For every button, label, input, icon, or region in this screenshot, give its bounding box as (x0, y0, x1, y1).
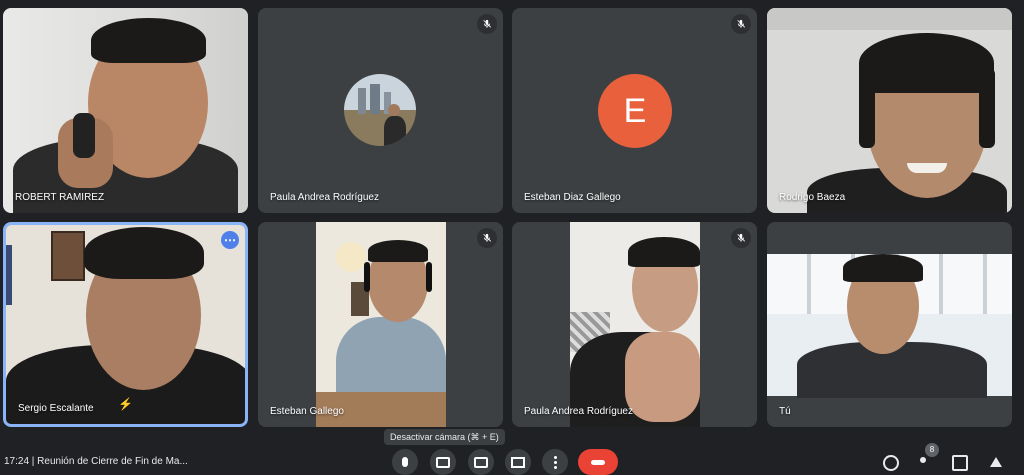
info-icon[interactable] (883, 455, 899, 471)
participant-tile[interactable]: Paula Andrea Rodríguez (512, 222, 757, 427)
participant-tile[interactable]: Esteban Gallego (258, 222, 503, 427)
mic-off-icon (477, 14, 497, 34)
end-call-icon (591, 459, 605, 465)
participant-video: ⚡ (6, 225, 245, 424)
participant-video (570, 222, 700, 427)
participant-tile[interactable]: ROBERT RAMIREZ (3, 8, 248, 213)
activities-icon[interactable] (988, 455, 1004, 471)
participant-tile[interactable]: Paula Andrea Rodríguez (258, 8, 503, 213)
end-call-button[interactable] (578, 449, 618, 475)
participant-name: Esteban Diaz Gallego (524, 192, 621, 203)
participant-name: Sergio Escalante (18, 403, 94, 414)
participant-name: Paula Andrea Rodríguez (270, 192, 379, 203)
people-icon[interactable] (915, 455, 931, 471)
camera-button[interactable] (430, 449, 456, 475)
participant-tile[interactable]: E Esteban Diaz Gallego (512, 8, 757, 213)
participant-name: Esteban Gallego (270, 406, 344, 417)
present-button[interactable] (505, 449, 531, 475)
captions-button[interactable] (468, 449, 494, 475)
participant-name: Paula Andrea Rodríguez (524, 406, 633, 417)
more-options-button[interactable] (542, 449, 568, 475)
self-video (767, 254, 1012, 398)
participant-video (3, 8, 248, 213)
present-icon (511, 456, 525, 468)
mic-off-icon (731, 228, 751, 248)
camera-icon (436, 456, 450, 468)
meeting-info: 17:24 | Reunión de Cierre de Fin de Ma..… (4, 456, 188, 467)
captions-icon (474, 456, 488, 468)
camera-tooltip: Desactivar cámara (⌘ + E) (384, 429, 505, 445)
people-count-badge: 8 (925, 443, 939, 457)
participant-tile[interactable]: Tú (767, 222, 1012, 427)
avatar (344, 74, 416, 146)
more-options-button[interactable]: ⋯ (221, 231, 239, 249)
bottom-toolbar: 17:24 | Reunión de Cierre de Fin de Ma..… (0, 447, 1024, 475)
mic-off-icon (731, 14, 751, 34)
participant-name: ROBERT RAMIREZ (15, 192, 105, 203)
participant-name: Rodrigo Baeza (779, 192, 846, 203)
mic-button[interactable] (392, 449, 418, 475)
chat-icon[interactable] (952, 455, 968, 471)
participant-tile[interactable]: ⚡ ⋯ Sergio Escalante (3, 222, 248, 427)
mic-icon (402, 457, 408, 467)
participant-name: Tú (779, 406, 791, 417)
participant-video (316, 222, 446, 427)
participant-video (767, 8, 1012, 213)
avatar: E (598, 74, 672, 148)
mic-off-icon (477, 228, 497, 248)
participant-tile[interactable]: Rodrigo Baeza (767, 8, 1012, 213)
